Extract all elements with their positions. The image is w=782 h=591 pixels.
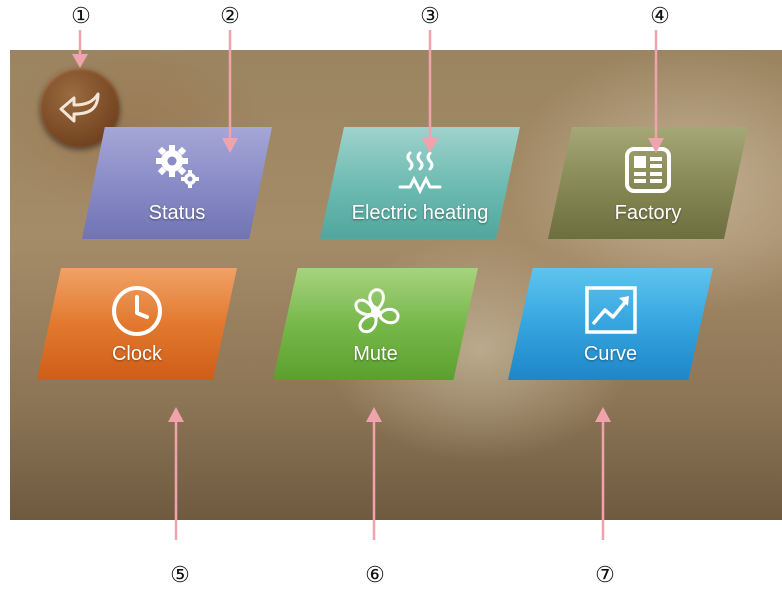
factory-tile[interactable]: Factory: [548, 127, 748, 239]
chart-curve-icon: [584, 286, 637, 334]
mute-label: Mute: [353, 343, 398, 365]
return-arrow-icon: [59, 92, 100, 123]
clock-tile[interactable]: Clock: [37, 268, 237, 380]
callout-1: ①: [71, 4, 91, 29]
status-label: Status: [148, 202, 206, 224]
clock-label: Clock: [111, 343, 162, 365]
callout-5: ⑤: [170, 563, 190, 588]
gears-icon: [156, 145, 199, 188]
callout-3: ③: [420, 4, 440, 29]
status-tile[interactable]: Status: [82, 127, 272, 239]
mute-tile[interactable]: Mute: [273, 268, 478, 380]
fan-icon: [353, 288, 400, 334]
factory-panel-icon: [625, 147, 671, 193]
electric-heating-label: Electric heating: [351, 202, 489, 224]
callout-2: ②: [220, 4, 240, 29]
curve-tile[interactable]: Curve: [508, 268, 713, 380]
clock-icon: [112, 286, 162, 336]
callout-4: ④: [650, 4, 670, 29]
callout-6: ⑥: [365, 563, 385, 588]
electric-heating-tile[interactable]: Electric heating: [320, 127, 520, 239]
factory-label: Factory: [614, 202, 682, 224]
heating-icon: [398, 151, 442, 195]
curve-label: Curve: [583, 343, 638, 365]
callout-7: ⑦: [595, 563, 615, 588]
